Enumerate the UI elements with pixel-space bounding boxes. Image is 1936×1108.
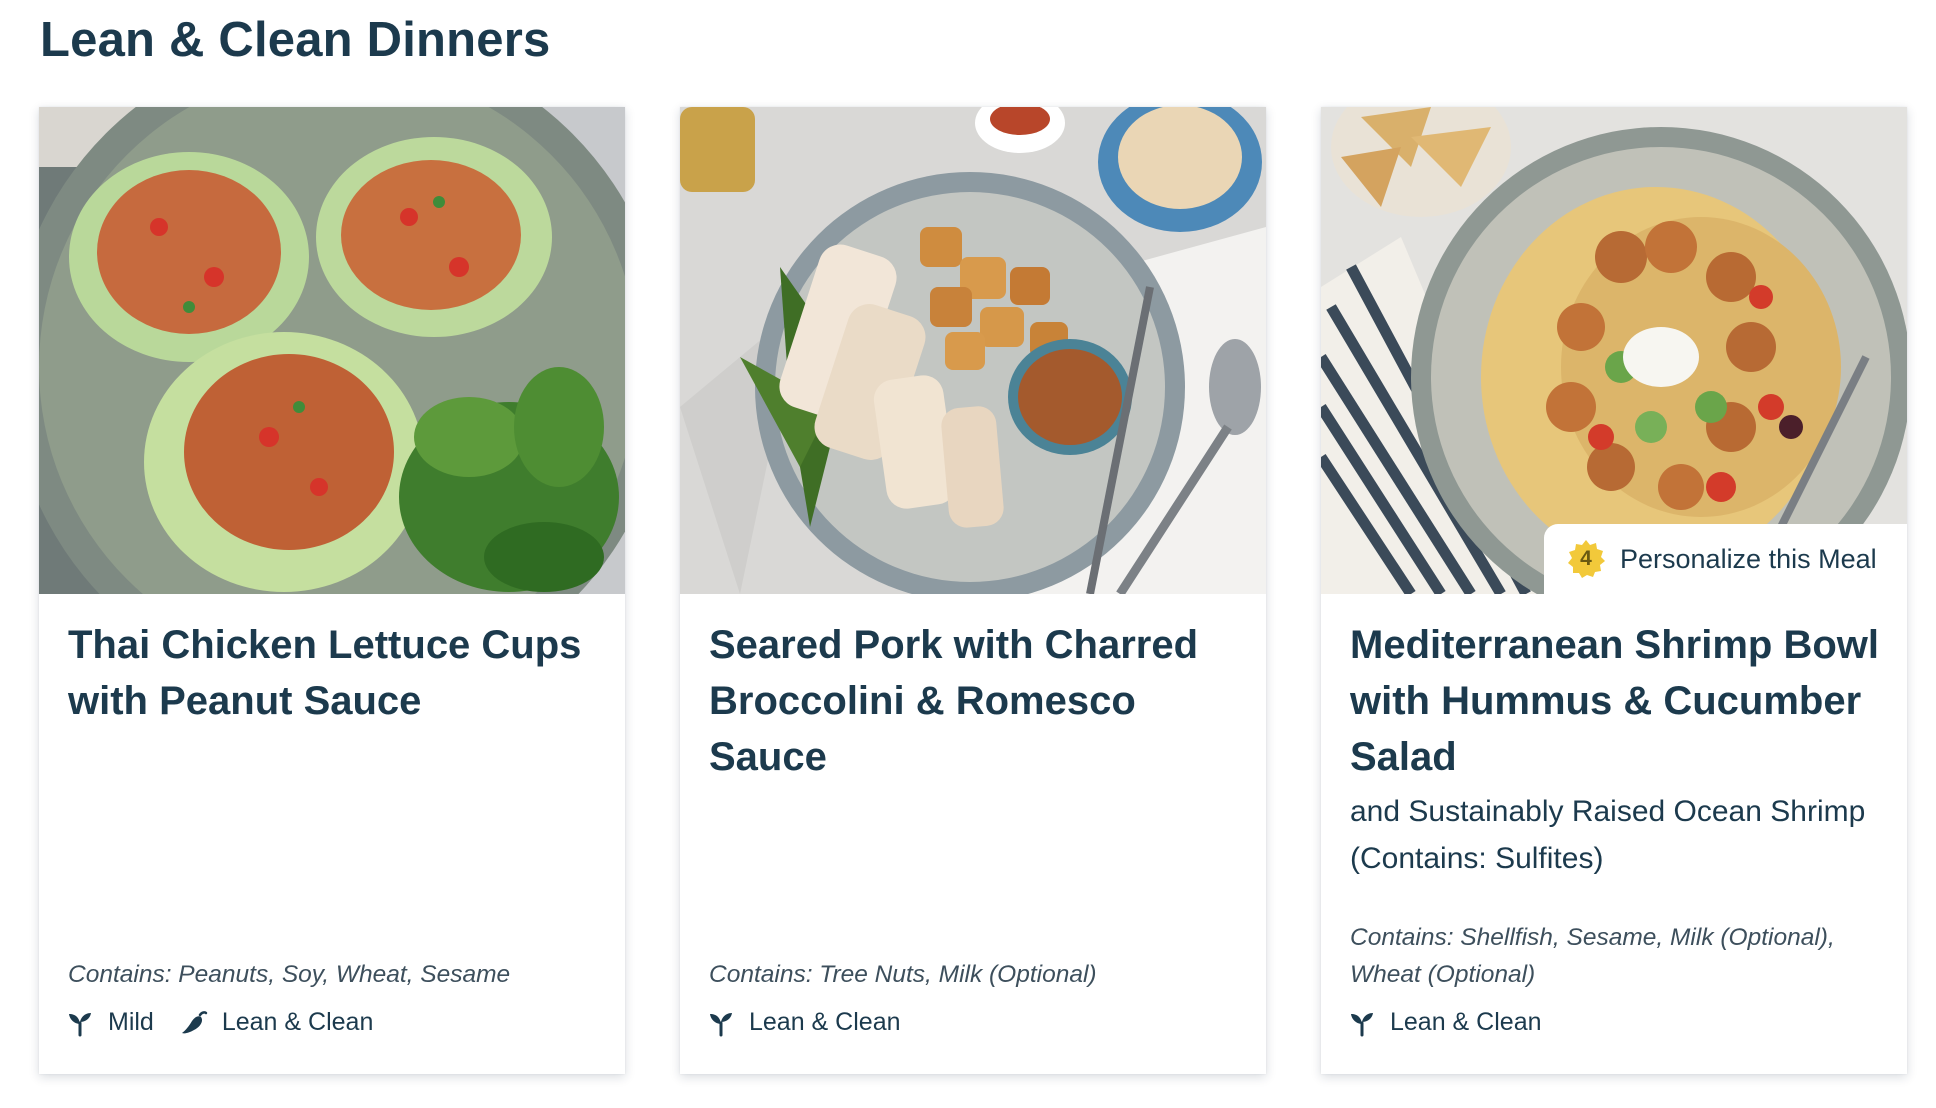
sprout-icon	[1348, 1009, 1376, 1037]
tag-label: Lean & Clean	[1390, 1008, 1542, 1036]
personalize-label: Personalize this Meal	[1620, 543, 1877, 574]
tag-mild: Mild	[66, 1008, 154, 1037]
tag-lean-clean: Lean & Clean	[180, 1008, 374, 1037]
sprout-icon	[707, 1009, 735, 1037]
chili-pepper-icon	[180, 1009, 208, 1037]
tag-label: Lean & Clean	[749, 1008, 901, 1036]
tag-lean-clean: Lean & Clean	[1348, 1008, 1542, 1037]
meal-tags: Lean & Clean	[707, 1008, 927, 1037]
card-body: Mediterranean Shrimp Bowl with Hummus & …	[1321, 594, 1907, 1074]
sprout-icon	[66, 1009, 94, 1037]
personalize-count: 4	[1580, 547, 1592, 570]
personalize-meal-button[interactable]: 4 Personalize this Meal	[1544, 524, 1907, 594]
meal-title[interactable]: Thai Chicken Lettuce Cups with Peanut Sa…	[68, 617, 598, 729]
meal-image[interactable]	[680, 107, 1266, 594]
meal-subtitle: and Sustainably Raised Ocean Shrimp (Con…	[1350, 795, 1866, 875]
meal-image[interactable]	[39, 107, 625, 594]
card-body: Thai Chicken Lettuce Cups with Peanut Sa…	[39, 594, 625, 1074]
tag-label: Lean & Clean	[221, 1008, 374, 1036]
meal-title[interactable]: Seared Pork with Charred Broccolini & Ro…	[709, 617, 1239, 785]
card-body: Seared Pork with Charred Broccolini & Ro…	[680, 594, 1266, 1074]
section-title: Lean & Clean Dinners	[40, 13, 551, 67]
meal-image[interactable]: 4 Personalize this Meal	[1321, 107, 1907, 594]
badge-medal-icon: 4	[1566, 539, 1606, 579]
allergen-info: Contains: Peanuts, Soy, Wheat, Sesame	[68, 961, 511, 988]
meal-card-seared-pork[interactable]: Seared Pork with Charred Broccolini & Ro…	[680, 107, 1266, 1074]
allergen-info: Contains: Shellfish, Sesame, Milk (Optio…	[1350, 924, 1835, 988]
meal-tags: Mild Lean & Clean	[66, 1008, 399, 1037]
meal-card-thai-chicken[interactable]: Thai Chicken Lettuce Cups with Peanut Sa…	[39, 107, 625, 1074]
meal-card-mediterranean-shrimp[interactable]: 4 Personalize this Meal Mediterranean Sh…	[1321, 107, 1907, 1074]
allergen-info: Contains: Tree Nuts, Milk (Optional)	[709, 961, 1097, 988]
tag-label: Mild	[108, 1008, 154, 1036]
tag-lean-clean: Lean & Clean	[707, 1008, 901, 1037]
meal-tags: Lean & Clean	[1348, 1008, 1568, 1037]
meal-title[interactable]: Mediterranean Shrimp Bowl with Hummus & …	[1350, 617, 1880, 785]
